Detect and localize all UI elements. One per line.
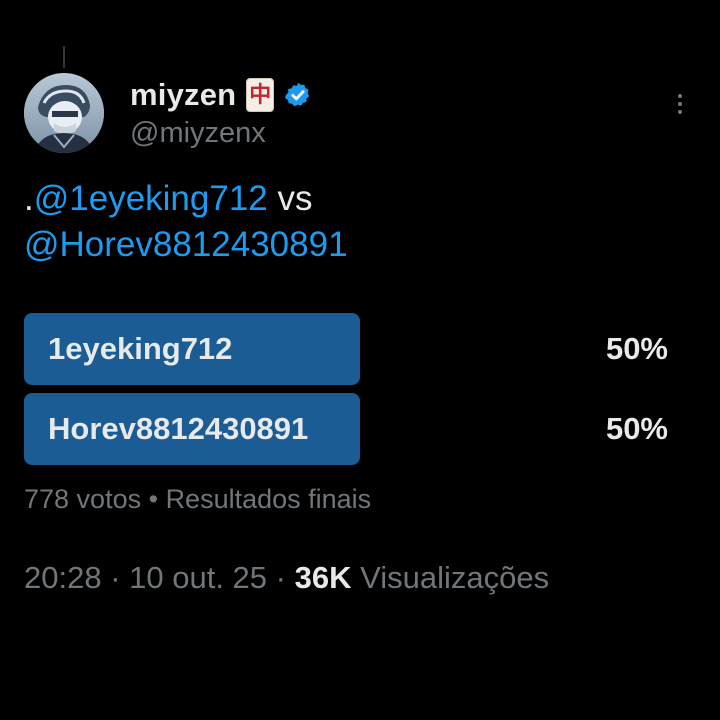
- tweet-time[interactable]: 20:28: [24, 560, 102, 595]
- author-handle[interactable]: @miyzenx: [130, 117, 266, 150]
- poll-vote-count: 778 votos: [24, 484, 142, 514]
- author-name-row: miyzen 中: [130, 76, 312, 114]
- author-display-name[interactable]: miyzen: [130, 77, 236, 113]
- mahjong-red-dragon-icon: 中: [246, 78, 275, 112]
- poll-option-percent: 50%: [605, 331, 668, 366]
- views-label[interactable]: Visualizações: [351, 560, 549, 595]
- verified-badge-icon: [285, 82, 310, 107]
- poll-summary: 778 votos • Resultados finais: [24, 484, 371, 515]
- views-count[interactable]: 36K: [295, 560, 352, 595]
- avatar-illustration: [24, 73, 104, 153]
- avatar[interactable]: [24, 73, 104, 153]
- tweet-prefix: .: [24, 179, 34, 218]
- tweet-text: .@1eyeking712 vs @Horev8812430891: [24, 176, 694, 268]
- mention-link-1eyeking712[interactable]: @1eyeking712: [34, 179, 268, 218]
- tweet-connector: vs: [267, 179, 313, 218]
- tweet-metadata: 20:28 · 10 out. 25 · 36K Visualizações: [24, 560, 550, 595]
- more-vertical-icon: [678, 94, 682, 98]
- thread-connector-line: [63, 46, 65, 68]
- poll-option-percent: 50%: [605, 411, 668, 446]
- poll-option-label: Horev8812430891: [48, 411, 309, 446]
- poll-option-1: 1eyeking712 50%: [24, 313, 696, 385]
- mention-link-horev[interactable]: @Horev8812430891: [24, 225, 348, 264]
- tweet-date[interactable]: 10 out. 25: [129, 560, 267, 595]
- more-options-button[interactable]: [664, 88, 696, 120]
- poll-separator: •: [141, 484, 166, 514]
- poll-status: Resultados finais: [165, 484, 372, 514]
- poll-option-label: 1eyeking712: [48, 331, 233, 366]
- poll-option-2: Horev8812430891 50%: [24, 393, 696, 465]
